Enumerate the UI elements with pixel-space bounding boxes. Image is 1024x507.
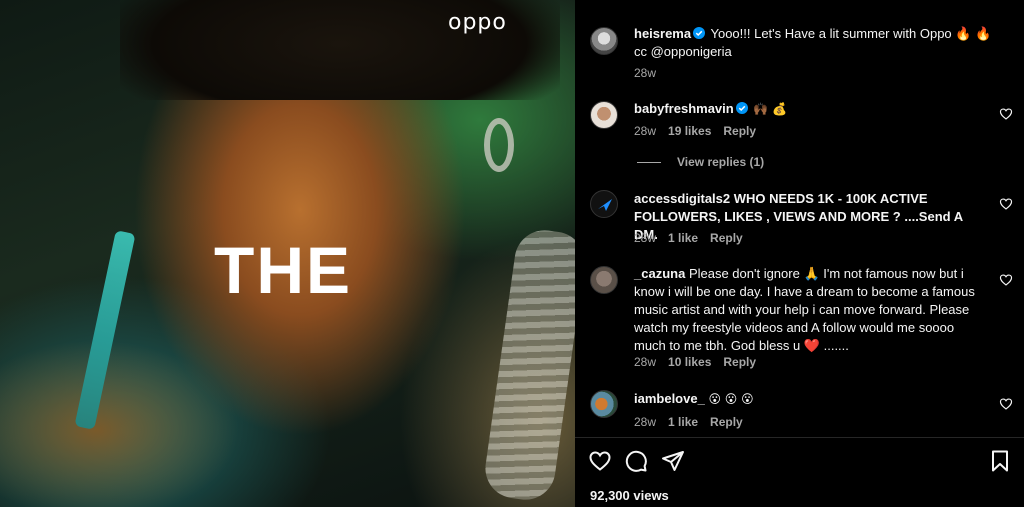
divider: [637, 161, 661, 163]
avatar[interactable]: [590, 190, 618, 218]
comment-likes[interactable]: 19 likes: [668, 124, 711, 138]
comment-likes[interactable]: 10 likes: [668, 355, 711, 369]
video-frame-detail: [481, 226, 575, 504]
reply-button[interactable]: Reply: [723, 355, 756, 369]
comment-time: 28w: [634, 231, 657, 245]
video-overlay-text: THE: [214, 233, 352, 307]
video-frame-detail: [484, 118, 514, 172]
brand-watermark: oppo: [448, 10, 507, 35]
comment-username[interactable]: babyfreshmavin: [634, 101, 734, 116]
avatar[interactable]: [590, 101, 618, 129]
comment-meta: 28w 1 like Reply: [634, 231, 755, 245]
reply-button[interactable]: Reply: [723, 124, 756, 138]
reply-button[interactable]: Reply: [710, 415, 743, 429]
comment-like-heart-icon[interactable]: [999, 397, 1013, 411]
comment-item: _cazuna Please don't ignore 🙏 I'm not fa…: [634, 265, 986, 355]
comment-username[interactable]: _cazuna: [634, 266, 685, 281]
comment-meta: 28w 10 likes Reply: [634, 355, 768, 369]
comments-panel: heisrema Yooo!!! Let's Have a lit summer…: [575, 0, 1024, 507]
comment-item: babyfreshmavin 🙌🏾 💰: [634, 100, 986, 118]
verified-badge-icon: [735, 102, 748, 114]
avatar[interactable]: [590, 266, 618, 294]
comment-time: 28w: [634, 355, 657, 369]
avatar[interactable]: [590, 390, 618, 418]
comment-meta: 28w 19 likes Reply: [634, 124, 768, 138]
comment-icon[interactable]: [624, 449, 648, 473]
post-video[interactable]: oppo THE: [0, 0, 575, 507]
comment-like-heart-icon[interactable]: [999, 107, 1013, 121]
comment-username[interactable]: iambelove_: [634, 391, 705, 406]
bookmark-icon[interactable]: [988, 449, 1012, 473]
share-icon[interactable]: [661, 449, 685, 473]
reply-button[interactable]: Reply: [710, 231, 743, 245]
view-replies-button[interactable]: View replies (1): [637, 155, 764, 169]
brand-logo-icon: [598, 199, 612, 211]
view-count: 92,300 views: [590, 488, 669, 503]
comment-text: Please don't ignore 🙏 I'm not famous now…: [634, 266, 975, 353]
view-replies-label: View replies (1): [677, 155, 765, 169]
avatar[interactable]: [590, 27, 618, 55]
action-bar: [575, 449, 1024, 477]
comment-username[interactable]: accessdigitals2: [634, 191, 730, 206]
comment-text: 🙌🏾 💰: [753, 102, 788, 116]
post-caption: heisrema Yooo!!! Let's Have a lit summer…: [634, 25, 1004, 61]
comment-time: 28w: [634, 124, 657, 138]
video-frame-detail: [0, 340, 240, 507]
caption-time: 28w: [634, 66, 657, 80]
comment-likes[interactable]: 1 like: [668, 415, 698, 429]
comment-time: 28w: [634, 415, 657, 429]
comment-item: iambelove_ 😮 😮 😮: [634, 390, 986, 408]
verified-badge-icon: [693, 27, 706, 39]
comment-like-heart-icon[interactable]: [999, 197, 1013, 211]
caption-username[interactable]: heisrema: [634, 26, 691, 41]
comment-likes[interactable]: 1 like: [668, 231, 698, 245]
heart-icon[interactable]: [588, 449, 612, 473]
divider: [575, 437, 1024, 438]
comment-like-heart-icon[interactable]: [999, 273, 1013, 287]
comment-meta: 28w 1 like Reply: [634, 415, 755, 429]
comment-text: 😮 😮 😮: [708, 392, 754, 406]
